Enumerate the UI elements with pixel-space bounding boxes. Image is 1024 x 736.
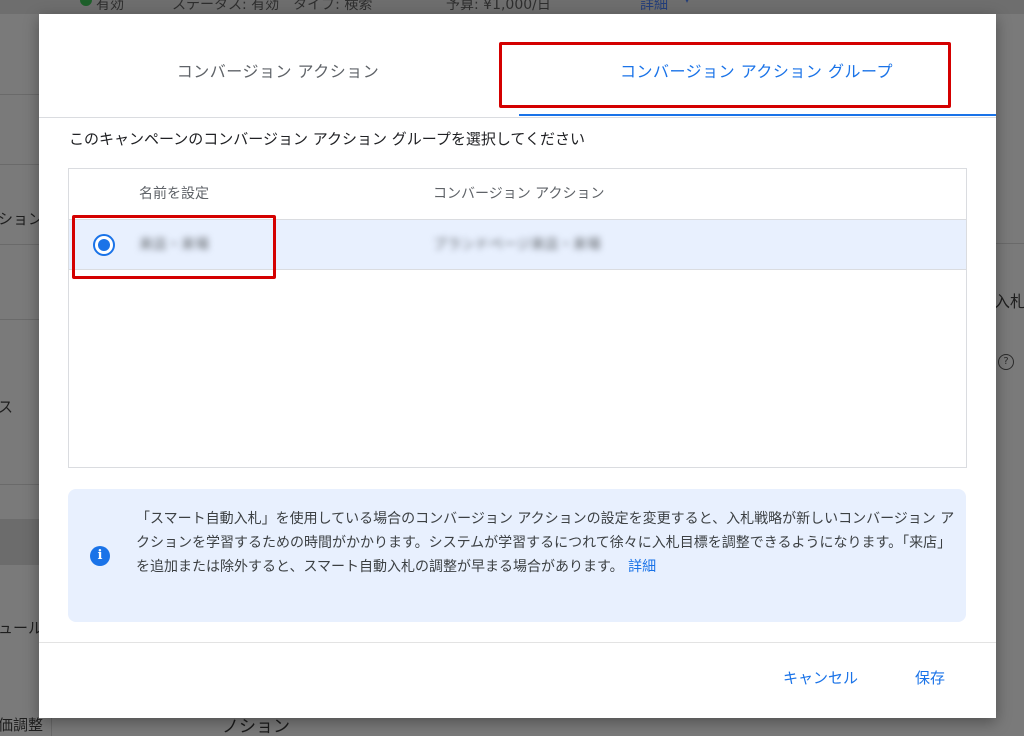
save-button[interactable]: 保存 — [915, 662, 945, 694]
help-icon: ? — [998, 354, 1014, 370]
background-status: 有効 — [96, 0, 124, 13]
background-nav-text: ュール — [0, 619, 44, 637]
background-divider — [996, 243, 1024, 244]
footer-divider — [39, 642, 996, 643]
background-budget: 予算: ¥1,000/日 — [446, 0, 551, 13]
conversion-group-table: 名前を設定 コンバージョン アクション 来店・来場 ブランドページ来店・来場 — [68, 168, 967, 468]
tab-conversion-actions[interactable]: コンバージョン アクション — [39, 14, 517, 118]
highlight-box-radio — [72, 215, 276, 279]
info-details-link[interactable]: 詳細 — [628, 559, 656, 575]
row-conversion-action-cell: ブランドページ来店・来場 — [433, 237, 601, 253]
info-text: 「スマート自動入札」を使用している場合のコンバージョン アクションの設定を変更す… — [136, 507, 956, 579]
conversion-settings-dialog: コンバージョン アクション コンバージョン アクション グループ このキャンペー… — [39, 14, 996, 718]
info-message: 「スマート自動入札」を使用している場合のコンバージョン アクションの設定を変更す… — [136, 511, 955, 575]
status-dot-icon — [80, 0, 92, 6]
background-campaign-bar: 有効 ステータス: 有効 タイプ: 検索 予算: ¥1,000/日 詳細 ▾ — [0, 0, 1024, 14]
background-nav-highlight — [0, 519, 40, 565]
active-tab-indicator — [519, 114, 996, 116]
background-right-text: 入札 — [994, 292, 1024, 311]
background-details-link: 詳細 — [640, 0, 668, 13]
info-banner: i 「スマート自動入札」を使用している場合のコンバージョン アクションの設定を変… — [68, 489, 966, 622]
chevron-down-icon: ▾ — [684, 0, 690, 6]
cancel-button[interactable]: キャンセル — [783, 662, 858, 694]
background-nav-text: ス — [0, 398, 14, 416]
column-header-conversion-action: コンバージョン アクション — [433, 186, 605, 202]
dialog-prompt: このキャンペーンのコンバージョン アクション グループを選択してください — [69, 130, 585, 148]
column-header-name: 名前を設定 — [139, 186, 209, 202]
info-icon: i — [90, 546, 110, 566]
background-nav-text: 価調整 — [0, 716, 44, 734]
background-status-type: ステータス: 有効 タイプ: 検索 — [172, 0, 373, 13]
background-nav-text: ション — [0, 210, 44, 228]
highlight-box-tab — [499, 42, 951, 108]
